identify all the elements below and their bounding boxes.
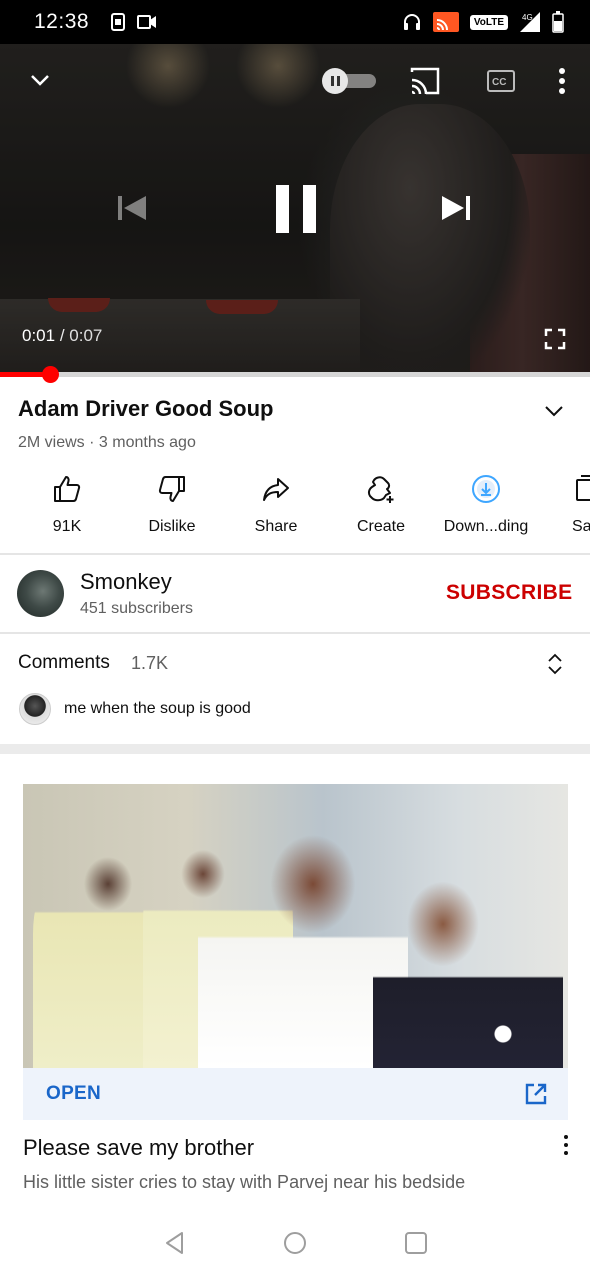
action-row: 91K Dislike Share Create Down...ding Sa [0,468,590,548]
video-player[interactable]: CC 0:01 / 0:07 [0,44,590,374]
autoplay-toggle[interactable] [322,68,376,94]
battery-icon [552,11,564,33]
comments-label: Comments [18,652,110,673]
ad-open-button[interactable]: OPEN [46,1083,101,1105]
create-label: Create [356,518,406,535]
svg-text:4G: 4G [522,13,533,22]
divider [0,553,590,555]
channel-avatar[interactable] [17,570,64,617]
share-arrow-icon [263,478,289,501]
signal-4g-icon: 4G [520,12,540,32]
section-separator [0,744,590,754]
seek-bar-handle[interactable] [42,366,60,383]
headphones-icon [403,14,420,30]
minimize-chevron-icon[interactable] [26,66,54,94]
subscribe-button[interactable]: SUBSCRIBE [446,581,572,605]
download-label: Down...ding [443,518,529,535]
status-time: 12:38 [34,10,90,33]
previous-video-icon[interactable] [114,190,150,226]
fullscreen-icon[interactable] [544,328,566,350]
ad-open-bar[interactable]: OPEN [23,1068,568,1120]
create-sparkle-icon [367,476,394,503]
status-bar: 12:38 VoLTE 4G [0,0,590,44]
expand-description-icon[interactable] [542,399,566,423]
dislike-button[interactable]: Dislike [117,468,227,536]
video-record-icon [137,15,157,29]
thumbs-down-icon [158,476,185,502]
autoplay-pause-icon [322,68,348,94]
save-label: Sa [572,518,590,535]
dislike-label: Dislike [148,518,196,535]
save-button[interactable]: Sa [536,468,590,536]
pause-icon[interactable] [270,182,322,236]
save-playlist-icon [576,475,590,501]
back-icon[interactable] [162,1230,188,1256]
top-comment-text: me when the soup is good [64,700,251,717]
like-count: 91K [52,518,82,535]
thumbs-up-icon [54,476,81,502]
divider [0,632,590,634]
like-button[interactable]: 91K [12,468,122,536]
ad-more-options-icon[interactable] [558,1133,574,1157]
recents-icon[interactable] [403,1230,429,1256]
current-time: 0:01 [22,326,56,345]
comments-count: 1.7K [131,653,169,673]
share-button[interactable]: Share [221,468,331,536]
sim-card-icon [111,13,126,31]
time-readout: 0:01 / 0:07 [22,326,103,345]
home-icon[interactable] [282,1230,308,1256]
duration: 0:07 [69,326,103,345]
ad-title[interactable]: Please save my brother [23,1135,254,1161]
cast-icon[interactable] [408,66,442,96]
channel-name[interactable]: Smonkey [80,569,172,595]
volte-badge: VoLTE [469,14,508,30]
seek-bar[interactable] [0,366,590,383]
svg-text:CC: CC [492,77,506,88]
next-video-icon[interactable] [438,190,474,226]
comment-avatar [19,693,51,725]
video-meta: 2M views · 3 months ago [18,434,196,451]
system-nav-bar [0,1212,590,1278]
download-button[interactable]: Down...ding [431,468,541,536]
create-button[interactable]: Create [326,468,436,536]
ad-image[interactable] [23,784,568,1068]
external-link-icon[interactable] [524,1082,548,1106]
share-label: Share [254,518,298,535]
captions-icon[interactable]: CC [486,68,516,94]
ad-description: His little sister cries to stay with Par… [23,1172,466,1192]
cast-active-icon [432,12,459,32]
expand-collapse-icon[interactable] [545,652,565,676]
downloading-icon [472,475,500,503]
channel-subscriber-count: 451 subscribers [80,600,193,617]
video-title[interactable]: Adam Driver Good Soup [18,396,273,422]
more-options-icon[interactable] [552,66,572,96]
